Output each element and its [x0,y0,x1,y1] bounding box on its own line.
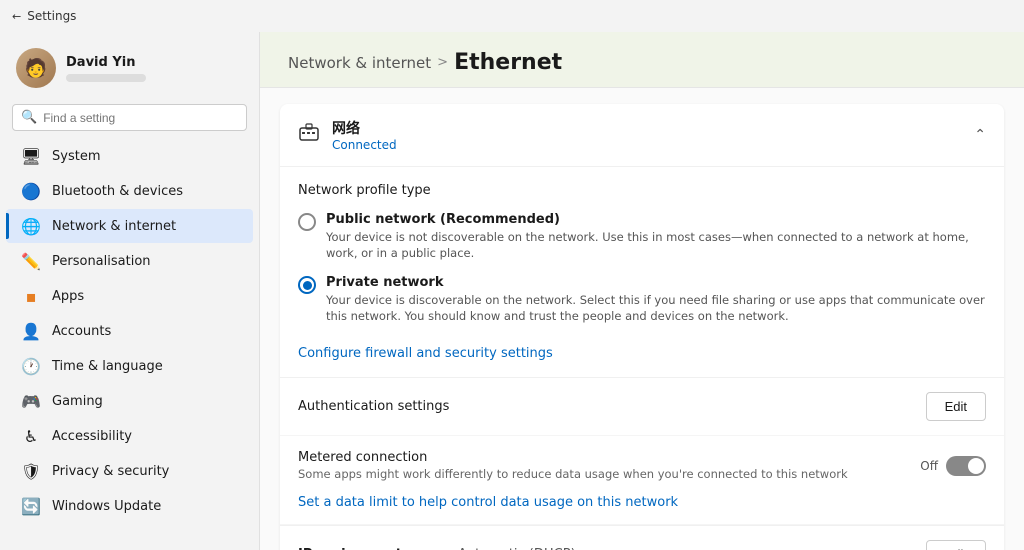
network-title: 网络 [332,118,397,138]
auth-edit-button[interactable]: Edit [926,392,986,421]
gaming-icon: 🎮 [22,392,40,410]
time-icon: 🕐 [22,357,40,375]
bluetooth-icon: 🔵 [22,182,40,200]
private-network-option[interactable]: Private network Your device is discovera… [298,275,986,324]
nav-label-privacy: Privacy & security [52,464,169,479]
avatar[interactable]: 🧑 [16,48,56,88]
public-network-text: Public network (Recommended) Your device… [326,212,986,261]
chevron-up-icon[interactable]: ⌃ [974,127,986,143]
titlebar-title: Settings [27,9,76,23]
ip-row: IP assignment: Automatic (DHCP) Edit [280,525,1004,550]
nav-label-accounts: Accounts [52,324,111,339]
profile-type-section: Network profile type Public network (Rec… [280,167,1004,378]
nav-item-system[interactable]: 🖥 System [6,139,253,173]
network-section-card: 网络 Connected ⌃ Network profile type Publ… [280,104,1004,550]
nav-item-apps[interactable]: ▪ Apps [6,279,253,313]
nav-label-bluetooth: Bluetooth & devices [52,184,183,199]
breadcrumb-parent[interactable]: Network & internet [288,54,431,72]
accessibility-icon: ♿ [22,427,40,445]
nav-item-personalisation[interactable]: ✏️ Personalisation [6,244,253,278]
privacy-icon: 🛡 [22,462,40,480]
nav-item-accessibility[interactable]: ♿ Accessibility [6,419,253,453]
nav-label-system: System [52,149,100,164]
private-network-radio[interactable] [298,276,316,294]
titlebar: ← Settings [0,0,1024,32]
profile-section: 🧑 David Yin [0,40,259,104]
profile-info: David Yin [66,55,146,82]
breadcrumb-current: Ethernet [454,50,562,75]
auth-label: Authentication settings [298,399,449,414]
ip-edit-button[interactable]: Edit [926,540,986,550]
nav-item-accounts[interactable]: 👤 Accounts [6,314,253,348]
profile-subtitle [66,74,146,82]
network-subtitle: Connected [332,138,397,152]
nav-label-update: Windows Update [52,499,161,514]
main-layout: 🧑 David Yin 🔍 🖥 System 🔵 Bluetooth & dev… [0,32,1024,550]
nav-label-apps: Apps [52,289,84,304]
private-network-text: Private network Your device is discovera… [326,275,986,324]
nav-item-update[interactable]: 🔄 Windows Update [6,489,253,523]
nav-item-bluetooth[interactable]: 🔵 Bluetooth & devices [6,174,253,208]
toggle-off-label: Off [920,459,938,473]
nav-label-time: Time & language [52,359,163,374]
metered-toggle[interactable] [946,456,986,476]
public-network-label: Public network (Recommended) [326,212,986,227]
firewall-link[interactable]: Configure firewall and security settings [298,346,553,361]
avatar-face: 🧑 [16,48,56,88]
personalisation-icon: ✏️ [22,252,40,270]
sidebar: 🧑 David Yin 🔍 🖥 System 🔵 Bluetooth & dev… [0,32,260,550]
search-box[interactable]: 🔍 [12,104,247,131]
profile-name: David Yin [66,55,146,70]
metered-row: Metered connection Some apps might work … [280,436,1004,525]
nav-label-gaming: Gaming [52,394,103,409]
nav-item-network[interactable]: 🌐 Network & internet [6,209,253,243]
auth-settings-row: Authentication settings Edit [280,378,1004,436]
breadcrumb: Network & internet > Ethernet [288,50,996,75]
nav-item-time[interactable]: 🕐 Time & language [6,349,253,383]
toggle-container: Off [920,456,986,476]
section-title-group: 网络 Connected [332,118,397,152]
data-limit-link[interactable]: Set a data limit to help control data us… [298,495,986,510]
search-icon: 🔍 [21,110,37,125]
nav-label-accessibility: Accessibility [52,429,132,444]
nav-label-personalisation: Personalisation [52,254,151,269]
network-section-header[interactable]: 网络 Connected ⌃ [280,104,1004,167]
content-area: Network & internet > Ethernet [260,32,1024,550]
nav-item-gaming[interactable]: 🎮 Gaming [6,384,253,418]
metered-desc: Some apps might work differently to redu… [298,467,848,481]
network-icon: 🌐 [22,217,40,235]
accounts-icon: 👤 [22,322,40,340]
section-header-left: 网络 Connected [298,118,397,152]
system-icon: 🖥 [22,147,40,165]
update-icon: 🔄 [22,497,40,515]
public-network-radio[interactable] [298,213,316,231]
metered-row-inner: Metered connection Some apps might work … [298,450,986,481]
breadcrumb-separator: > [437,55,448,70]
nav-item-privacy[interactable]: 🛡 Privacy & security [6,454,253,488]
public-network-desc: Your device is not discoverable on the n… [326,229,986,261]
back-button[interactable]: ← [12,10,21,23]
private-network-label: Private network [326,275,986,290]
public-network-option[interactable]: Public network (Recommended) Your device… [298,212,986,261]
content-header: Network & internet > Ethernet [260,32,1024,88]
ethernet-icon [298,122,320,149]
nav-label-network: Network & internet [52,219,176,234]
search-input[interactable] [43,111,238,125]
auth-label-group: Authentication settings [298,399,449,414]
metered-label: Metered connection [298,450,848,465]
profile-type-title: Network profile type [298,183,986,198]
metered-label-group: Metered connection Some apps might work … [298,450,848,481]
private-network-desc: Your device is discoverable on the netwo… [326,292,986,324]
apps-icon: ▪ [22,287,40,305]
